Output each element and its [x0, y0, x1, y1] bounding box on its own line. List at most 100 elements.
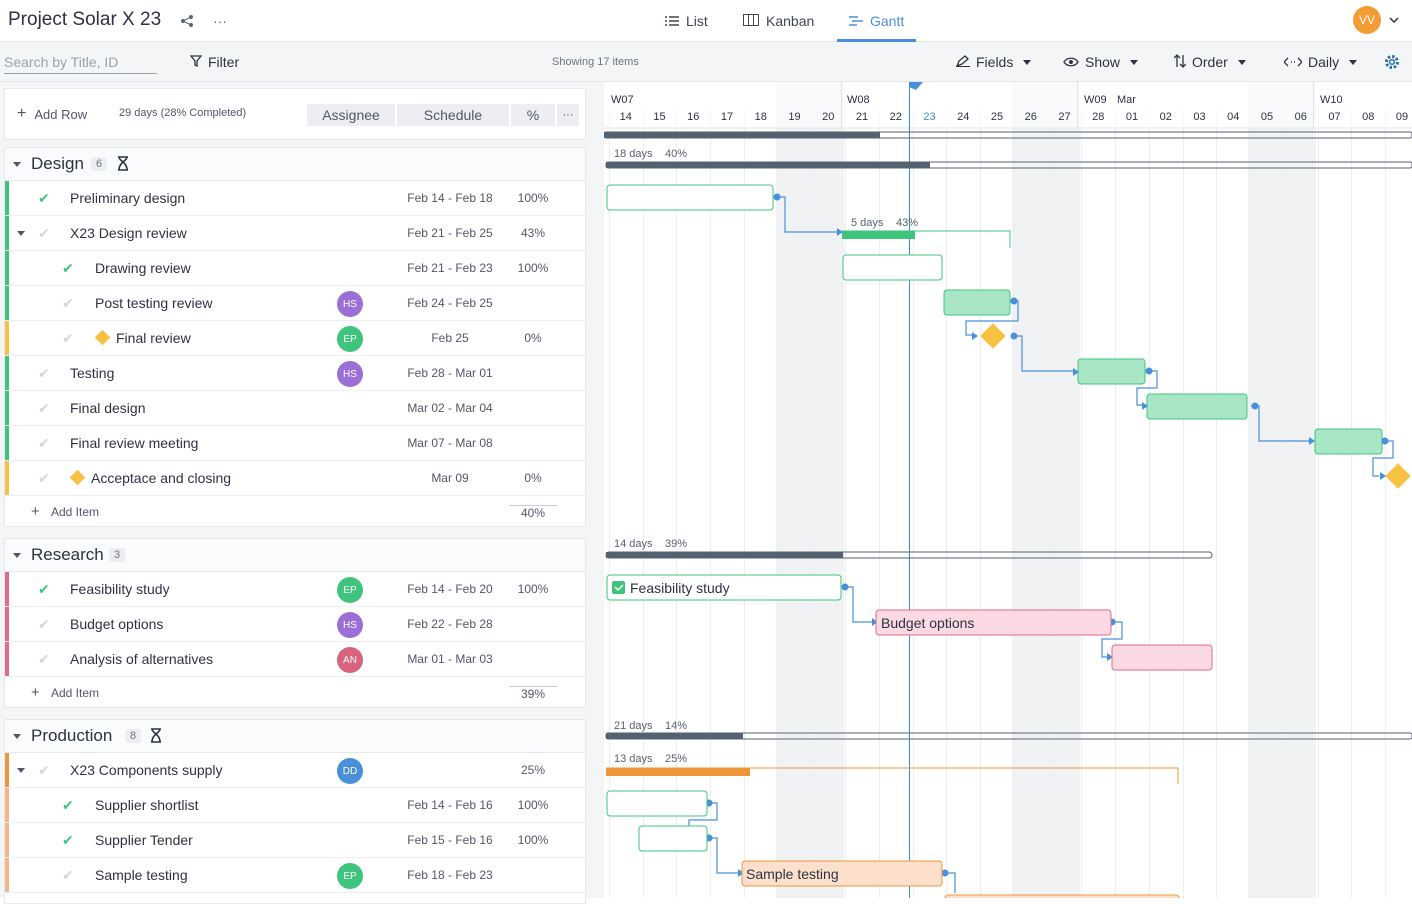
assignee-avatar[interactable]: HS	[337, 291, 363, 317]
assignee-avatar[interactable]: HS	[337, 361, 363, 387]
row-schedule: Feb 22 - Feb 28	[391, 617, 509, 631]
more-options-icon[interactable]: ···	[210, 12, 230, 30]
check-icon[interactable]: ✔	[38, 225, 50, 242]
task-bar-testing[interactable]	[1078, 359, 1145, 384]
collapse-icon[interactable]	[17, 231, 25, 236]
check-icon[interactable]: ✔	[62, 832, 74, 849]
week-label: W09	[1084, 94, 1107, 106]
share-icon[interactable]	[178, 12, 196, 30]
table-row[interactable]: ✔Final review meetingMar 07 - Mar 08	[5, 426, 585, 461]
row-title: X23 Components supply	[70, 762, 223, 778]
section-header[interactable]: Design 6	[5, 148, 585, 181]
collapse-icon[interactable]	[13, 734, 21, 739]
row-schedule: Feb 25	[391, 331, 509, 345]
tab-gantt[interactable]: Gantt	[849, 0, 904, 42]
assignee-avatar[interactable]: EP	[337, 863, 363, 889]
milestone-acceptance[interactable]	[1385, 463, 1410, 488]
task-bar-drawing-review[interactable]	[843, 255, 942, 280]
assignee-avatar[interactable]: EP	[337, 577, 363, 603]
table-row[interactable]: ✔X23 Design reviewFeb 21 - Feb 2543%	[5, 216, 585, 251]
summary-bar-design-review[interactable]	[842, 231, 1010, 248]
section-header[interactable]: Research 3	[5, 539, 585, 572]
scale-button[interactable]: Daily	[1284, 42, 1357, 82]
check-icon[interactable]: ✔	[38, 651, 50, 668]
column-header-percent[interactable]: %	[511, 104, 555, 126]
week-label: W10	[1320, 94, 1343, 106]
tab-list[interactable]: List	[665, 0, 708, 42]
task-bar-supplier-shortlist[interactable]	[607, 791, 707, 816]
assignee-avatar[interactable]: DD	[337, 758, 363, 784]
check-icon[interactable]: ✔	[38, 762, 50, 779]
section-name: Production	[31, 726, 112, 746]
check-icon[interactable]: ✔	[62, 330, 74, 347]
table-row[interactable]: ✔Supplier shortlistFeb 14 - Feb 16100%	[5, 788, 585, 823]
check-icon[interactable]: ✔	[38, 435, 50, 452]
task-bar-final-review-meeting[interactable]	[1315, 429, 1382, 454]
table-row[interactable]: ✔TestingHSFeb 28 - Mar 01	[5, 356, 585, 391]
row-percent: 100%	[509, 582, 557, 596]
table-row[interactable]: ✔Sample testingEPFeb 18 - Feb 23	[5, 858, 585, 893]
search-input[interactable]	[4, 50, 157, 74]
check-icon[interactable]: ✔	[38, 365, 50, 382]
table-row[interactable]: ✔Analysis of alternativesANMar 01 - Mar …	[5, 642, 585, 677]
check-icon[interactable]: ✔	[62, 295, 74, 312]
table-row[interactable]: ✔Final designMar 02 - Mar 04	[5, 391, 585, 426]
table-row[interactable]: ✔Final reviewEPFeb 250%	[5, 321, 585, 356]
table-row[interactable]: ✔Feasibility studyEPFeb 14 - Feb 20100%	[5, 572, 585, 607]
task-bar-preliminary-design[interactable]	[607, 185, 773, 210]
table-row[interactable]: ✔Preliminary designFeb 14 - Feb 18100%	[5, 181, 585, 216]
collapse-icon[interactable]	[17, 768, 25, 773]
row-title: Testing	[70, 365, 114, 381]
task-bar-feasibility-study[interactable]: Feasibility study	[607, 575, 841, 600]
task-bar-analysis-of-alternatives[interactable]	[1112, 645, 1212, 670]
toolbar: Filter Showing 17 items Fields Show Orde…	[0, 42, 1412, 82]
check-icon[interactable]: ✔	[62, 260, 74, 277]
row-title: Analysis of alternatives	[70, 651, 213, 667]
task-bar-supplier-tender[interactable]	[639, 826, 707, 851]
add-item-row[interactable]: +Add Item40%	[5, 496, 585, 526]
add-item-row[interactable]: +Add Item39%	[5, 677, 585, 707]
expand-horizontal-icon	[1284, 54, 1302, 70]
assignee-avatar[interactable]: AN	[337, 647, 363, 673]
check-icon[interactable]: ✔	[38, 190, 50, 207]
task-bar-sample-testing[interactable]: Sample testing	[742, 861, 942, 886]
column-header-assignee[interactable]: Assignee	[307, 104, 395, 126]
gantt-chart[interactable]: W07 W08 W09 Mar W10 31415161718192021222…	[604, 82, 1412, 898]
assignee-avatar[interactable]: EP	[337, 326, 363, 352]
check-icon[interactable]: ✔	[38, 470, 50, 487]
column-header-schedule[interactable]: Schedule	[397, 104, 509, 126]
table-row[interactable]: ✔Supplier TenderFeb 15 - Feb 16100%	[5, 823, 585, 858]
chevron-down-icon[interactable]	[1386, 12, 1402, 28]
milestone-final-review[interactable]	[980, 323, 1005, 348]
table-row[interactable]: ✔Drawing reviewFeb 21 - Feb 23100%	[5, 251, 585, 286]
filter-button[interactable]: Filter	[190, 42, 239, 82]
user-avatar[interactable]: VV	[1353, 6, 1381, 34]
section-header[interactable]: Production 8	[5, 720, 585, 753]
summary-bar-components-supply[interactable]	[606, 768, 1178, 784]
collapse-icon[interactable]	[13, 162, 21, 167]
show-button[interactable]: Show	[1063, 42, 1138, 82]
table-row[interactable]: ✔Post testing reviewHSFeb 24 - Feb 25	[5, 286, 585, 321]
collapse-icon[interactable]	[13, 553, 21, 558]
hourglass-icon	[117, 156, 129, 176]
task-bar-final-design[interactable]	[1147, 394, 1247, 419]
check-icon[interactable]: ✔	[38, 616, 50, 633]
day-label: 07	[1328, 111, 1340, 123]
check-icon[interactable]: ✔	[62, 797, 74, 814]
table-row[interactable]: ✔Acceptace and closingMar 090%	[5, 461, 585, 496]
check-icon[interactable]: ✔	[38, 581, 50, 598]
table-row[interactable]: ✔X23 Components supplyDD25%	[5, 753, 585, 788]
assignee-avatar[interactable]: HS	[337, 612, 363, 638]
check-icon[interactable]: ✔	[38, 400, 50, 417]
settings-gear-icon[interactable]	[1383, 53, 1401, 71]
add-row-button[interactable]: + Add Row	[17, 105, 87, 123]
column-more-icon[interactable]: ···	[557, 104, 579, 126]
task-bar-label: Feasibility study	[630, 580, 730, 596]
table-row[interactable]: ✔Budget optionsHSFeb 22 - Feb 28	[5, 607, 585, 642]
fields-button[interactable]: Fields	[956, 42, 1031, 82]
task-bar-budget-options[interactable]: Budget options	[876, 610, 1111, 635]
task-bar-post-testing-review[interactable]	[944, 290, 1010, 315]
check-icon[interactable]: ✔	[62, 867, 74, 884]
order-button[interactable]: Order	[1174, 42, 1246, 82]
tab-kanban[interactable]: Kanban	[743, 0, 814, 42]
